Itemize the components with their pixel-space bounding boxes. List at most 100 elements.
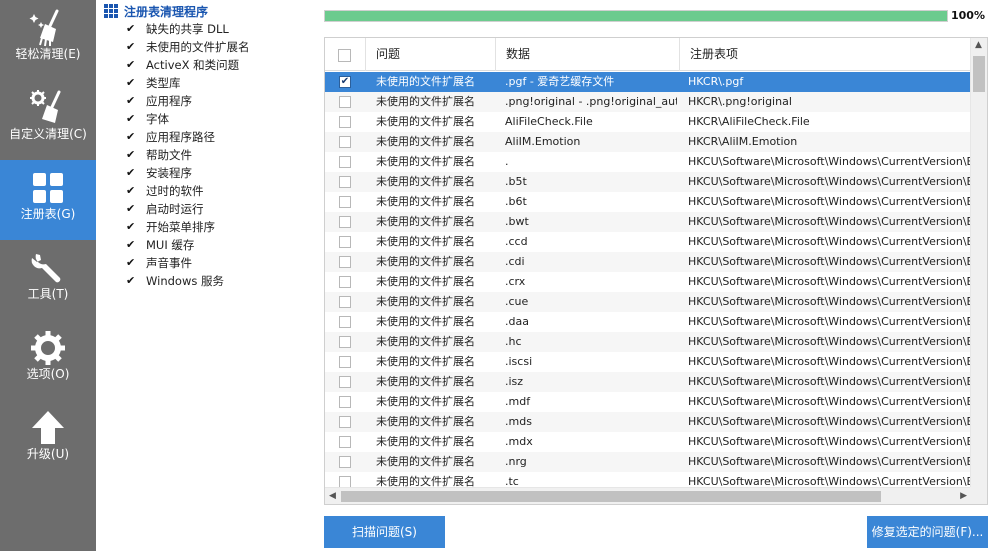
table-row[interactable]: 未使用的文件扩展名 .b6t HKCU\Software\Microsoft\Win… (325, 192, 971, 212)
progress-percent: 100% (951, 9, 985, 22)
tree-item[interactable]: ✔ 缺失的共享 DLL (126, 20, 250, 38)
check-icon[interactable]: ✔ (126, 92, 140, 110)
table-row[interactable]: 未使用的文件扩展名 .b5t HKCU\Software\Microsoft\Win… (325, 172, 971, 192)
row-checkbox[interactable] (339, 216, 351, 228)
check-icon[interactable]: ✔ (126, 182, 140, 200)
table-row[interactable]: 未使用的文件扩展名 .mds HKCU\Software\Microsoft\Win… (325, 412, 971, 432)
tree-item[interactable]: ✔ 应用程序 (126, 92, 250, 110)
check-icon[interactable]: ✔ (126, 146, 140, 164)
row-checkbox[interactable] (339, 196, 351, 208)
tree-item[interactable]: ✔ 过时的软件 (126, 182, 250, 200)
row-checkbox[interactable] (339, 136, 351, 148)
vertical-scrollbar[interactable]: ▲ (970, 38, 987, 488)
fix-selected-button[interactable]: 修复选定的问题(F)... (867, 516, 988, 548)
cell-key: HKCU\Software\Microsoft\Windows\CurrentV… (688, 295, 971, 308)
table-row[interactable]: 未使用的文件扩展名 .isz HKCU\Software\Microsoft\Win… (325, 372, 971, 392)
table-row[interactable]: 未使用的文件扩展名 .nrg HKCU\Software\Microsoft\Win… (325, 452, 971, 472)
table-row[interactable]: 未使用的文件扩展名 .hc HKCU\Software\Microsoft\Wind… (325, 332, 971, 352)
row-checkbox[interactable] (339, 416, 351, 428)
table-row[interactable]: 未使用的文件扩展名 .iscsi HKCU\Software\Microsoft\W… (325, 352, 971, 372)
cell-data: .iscsi (505, 355, 533, 368)
table-row[interactable]: 未使用的文件扩展名 .tc HKCU\Software\Microsoft\Wind… (325, 472, 971, 488)
table-row[interactable]: 未使用的文件扩展名 .crx HKCU\Software\Microsoft\Win… (325, 272, 971, 292)
header-issue[interactable]: 问题 (366, 38, 496, 71)
tree-item[interactable]: ✔ 开始菜单排序 (126, 218, 250, 236)
tree-item[interactable]: ✔ 帮助文件 (126, 146, 250, 164)
row-checkbox[interactable] (339, 176, 351, 188)
table-row[interactable]: 未使用的文件扩展名. HKCU\Software\Microsoft\Window… (325, 152, 971, 172)
table-row[interactable]: 未使用的文件扩展名 .cdi HKCU\Software\Microsoft\Win… (325, 252, 971, 272)
table-row[interactable]: 未使用的文件扩展名 .mdx HKCU\Software\Microsoft\Win… (325, 432, 971, 452)
table-row[interactable]: 未使用的文件扩展名 .cue HKCU\Software\Microsoft\Win… (325, 292, 971, 312)
row-checkbox[interactable] (339, 256, 351, 268)
row-checkbox[interactable] (339, 456, 351, 468)
table-row[interactable]: 未使用的文件扩展名 AliFileCheck.File HKCR\AliFileCh… (325, 112, 971, 132)
row-checkbox[interactable] (339, 156, 351, 168)
table-row[interactable]: 未使用的文件扩展名 .ccd HKCU\Software\Microsoft\Win… (325, 232, 971, 252)
cell-issue: 未使用的文件扩展名 (376, 135, 475, 148)
header-key[interactable]: 注册表项 (680, 38, 971, 71)
row-checkbox[interactable] (339, 276, 351, 288)
scan-issues-button[interactable]: 扫描问题(S) (324, 516, 445, 548)
tree-item[interactable]: ✔ 声音事件 (126, 254, 250, 272)
row-checkbox[interactable] (339, 296, 351, 308)
tree-item[interactable]: ✔ MUI 缓存 (126, 236, 250, 254)
row-checkbox[interactable]: ✔ (339, 76, 351, 88)
table-row[interactable]: 未使用的文件扩展名 .png!original - .png!original_a… (325, 92, 971, 112)
check-icon[interactable]: ✔ (126, 254, 140, 272)
check-icon[interactable]: ✔ (126, 110, 140, 128)
check-icon[interactable]: ✔ (126, 236, 140, 254)
tree-item[interactable]: ✔ 启动时运行 (126, 200, 250, 218)
row-checkbox[interactable] (339, 436, 351, 448)
scroll-up-icon[interactable]: ▲ (975, 40, 982, 50)
table-row[interactable]: 未使用的文件扩展名 .bwt HKCU\Software\Microsoft\Win… (325, 212, 971, 232)
row-checkbox[interactable] (339, 116, 351, 128)
check-icon[interactable]: ✔ (126, 272, 140, 290)
row-checkbox[interactable] (339, 336, 351, 348)
row-checkbox[interactable] (339, 96, 351, 108)
tree-item[interactable]: ✔ 应用程序路径 (126, 128, 250, 146)
tree-item[interactable]: ✔ 字体 (126, 110, 250, 128)
tree-item[interactable]: ✔ Windows 服务 (126, 272, 250, 290)
nav-tools[interactable]: 工具(T) (0, 240, 96, 320)
header-checkbox-col (325, 38, 366, 71)
row-checkbox[interactable] (339, 316, 351, 328)
table-row[interactable]: ✔ 未使用的文件扩展名 .pgf - 爱奇艺缓存文件 HKCR\.pgf (325, 72, 971, 92)
nav-options[interactable]: 选项(O) (0, 320, 96, 400)
nav-registry[interactable]: 注册表(G) (0, 160, 96, 240)
wrench-icon (31, 254, 61, 283)
cell-issue: 未使用的文件扩展名 (376, 295, 475, 308)
table-row[interactable]: 未使用的文件扩展名 .daa HKCU\Software\Microsoft\Win… (325, 312, 971, 332)
check-icon[interactable]: ✔ (126, 164, 140, 182)
check-icon[interactable]: ✔ (126, 128, 140, 146)
cell-key: HKCR\AliFileCheck.File (688, 115, 810, 128)
check-icon[interactable]: ✔ (126, 218, 140, 236)
nav-upgrade[interactable]: 升级(U) (0, 400, 96, 480)
tree-item[interactable]: ✔ 未使用的文件扩展名 (126, 38, 250, 56)
table-row[interactable]: 未使用的文件扩展名 AliIM.Emotion HKCR\AliIM.Emotion (325, 132, 971, 152)
tree-item-label: 启动时运行 (146, 202, 204, 216)
check-icon[interactable]: ✔ (126, 56, 140, 74)
table-row[interactable]: 未使用的文件扩展名 .mdf HKCU\Software\Microsoft\Win… (325, 392, 971, 412)
row-checkbox[interactable] (339, 396, 351, 408)
horizontal-scrollbar[interactable]: ◀ ▶ (325, 487, 971, 504)
scroll-right-icon[interactable]: ▶ (960, 491, 967, 501)
check-icon[interactable]: ✔ (126, 38, 140, 56)
nav-custom-clean[interactable]: 自定义清理(C) (0, 80, 96, 160)
vertical-scroll-thumb[interactable] (973, 56, 985, 92)
nav-easy-clean[interactable]: 轻松清理(E) (0, 0, 96, 80)
check-icon[interactable]: ✔ (126, 20, 140, 38)
scroll-left-icon[interactable]: ◀ (329, 491, 336, 501)
tree-item[interactable]: ✔ 安装程序 (126, 164, 250, 182)
cell-key: HKCU\Software\Microsoft\Windows\CurrentV… (688, 315, 971, 328)
row-checkbox[interactable] (339, 236, 351, 248)
check-icon[interactable]: ✔ (126, 200, 140, 218)
row-checkbox[interactable] (339, 356, 351, 368)
check-icon[interactable]: ✔ (126, 74, 140, 92)
tree-item[interactable]: ✔ 类型库 (126, 74, 250, 92)
row-checkbox[interactable] (339, 376, 351, 388)
header-data[interactable]: 数据 (496, 38, 680, 71)
horizontal-scroll-thumb[interactable] (341, 491, 881, 502)
tree-item[interactable]: ✔ ActiveX 和类问题 (126, 56, 250, 74)
cell-key: HKCU\Software\Microsoft\Windows\CurrentV… (688, 195, 971, 208)
